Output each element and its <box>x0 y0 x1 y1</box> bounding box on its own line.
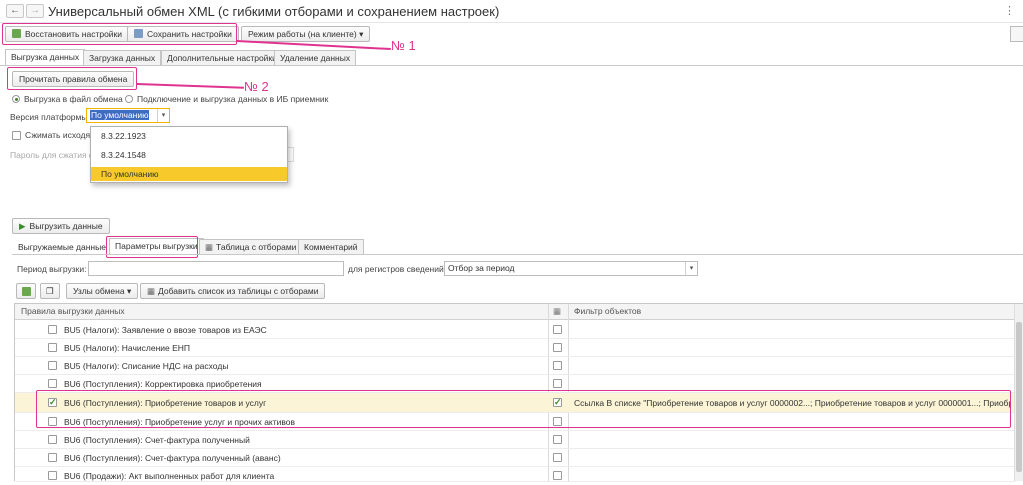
subtabs-divider <box>12 254 1023 255</box>
info-registers-label: для регистров сведений: <box>348 264 447 274</box>
filter-checkbox[interactable] <box>553 471 562 480</box>
chevron-down-icon: ▾ <box>359 29 364 39</box>
filter-checkbox[interactable] <box>553 453 562 462</box>
annotation-line-2 <box>136 83 244 89</box>
platform-version-field[interactable]: По умолчанию ▾ <box>86 108 170 123</box>
tabs-divider <box>0 65 1023 66</box>
filter-checkbox[interactable] <box>553 379 562 388</box>
filter-checkbox[interactable] <box>553 325 562 334</box>
export-period-label: Период выгрузки: <box>17 264 87 274</box>
play-icon: ▶ <box>19 221 26 231</box>
filter-text <box>574 431 1014 449</box>
row-checkbox[interactable] <box>48 379 57 388</box>
subtab-comment[interactable]: Комментарий <box>298 239 364 254</box>
check-all-button[interactable] <box>16 283 36 299</box>
filter-checkbox[interactable] <box>553 435 562 444</box>
column-header-rules[interactable]: Правила выгрузки данных <box>15 304 548 320</box>
annotation-label-2: № 2 <box>244 79 269 94</box>
annotation-box-1 <box>2 23 237 45</box>
rule-name: BU6 (Поступления): Счет-фактура полученн… <box>64 453 281 463</box>
filter-icon: ▦ <box>553 306 562 316</box>
export-period-field[interactable] <box>88 261 344 276</box>
tab-export[interactable]: Выгрузка данных <box>5 49 86 65</box>
back-arrow-icon[interactable]: ← <box>6 4 24 18</box>
export-data-button[interactable]: ▶ Выгрузить данные <box>12 218 110 234</box>
filter-text <box>574 357 1014 375</box>
info-registers-field[interactable]: Отбор за период ▾ <box>444 261 698 276</box>
window-title: Универсальный обмен XML (с гибкими отбор… <box>48 4 500 19</box>
archive-password-label: Пароль для сжатия ф <box>10 150 96 160</box>
filter-checkbox[interactable] <box>553 343 562 352</box>
rule-name: BU6 (Продажи): Акт выполненных работ для… <box>64 471 275 481</box>
table-row[interactable]: BU5 (Налоги): Списание НДС на расходы <box>15 357 1015 375</box>
chevron-down-icon[interactable]: ▾ <box>685 262 697 275</box>
toolbar-more-button[interactable] <box>1010 26 1023 42</box>
column-header-filter[interactable]: Фильтр объектов <box>568 304 1015 320</box>
subtab-filters-table[interactable]: ▦ Таблица с отборами <box>199 239 303 254</box>
forward-arrow-icon[interactable]: → <box>26 4 44 18</box>
row-checkbox[interactable] <box>48 471 57 480</box>
table-icon: ▦ <box>205 242 214 252</box>
rule-name: BU6 (Поступления): Счет-фактура полученн… <box>64 435 250 445</box>
table-scrollbar[interactable] <box>1014 304 1023 481</box>
tab-import[interactable]: Загрузка данных <box>83 50 162 65</box>
exchange-nodes-button[interactable]: Узлы обмена ▾ <box>66 283 139 299</box>
filter-text <box>574 321 1014 339</box>
platform-version-dropdown: 8.3.22.1923 8.3.24.1548 По умолчанию <box>90 126 288 183</box>
table-row[interactable]: BU5 (Налоги): Начисление ЕНП <box>15 339 1015 357</box>
copy-button[interactable]: ❐ <box>40 283 60 299</box>
chevron-down-icon[interactable]: ▾ <box>157 109 169 122</box>
table-row[interactable]: BU5 (Налоги): Заявление о ввозе товаров … <box>15 321 1015 339</box>
rule-name: BU5 (Налоги): Начисление ЕНП <box>64 343 191 353</box>
subtab-exported-data[interactable]: Выгружаемые данные <box>12 239 112 254</box>
compress-label: Сжимать исходя <box>25 130 91 140</box>
filter-text <box>574 339 1014 357</box>
row-checkbox[interactable] <box>48 361 57 370</box>
annotation-box-4 <box>36 390 1011 428</box>
table-row[interactable]: BU6 (Продажи): Акт выполненных работ для… <box>15 467 1015 482</box>
filter-text <box>574 467 1014 485</box>
copy-icon: ❐ <box>46 286 54 296</box>
column-header-filter-flag[interactable]: ▦ <box>548 304 568 320</box>
tab-delete-data[interactable]: Удаление данных <box>274 50 357 65</box>
check-all-icon <box>22 287 31 296</box>
table-row[interactable]: BU6 (Поступления): Счет-фактура полученн… <box>15 431 1015 449</box>
radio-export-to-file-label: Выгрузка в файл обмена <box>24 94 123 104</box>
radio-export-to-db-label: Подключение и выгрузка данных в ИБ прием… <box>137 94 329 104</box>
annotation-label-1: № 1 <box>391 38 416 53</box>
add-list-from-filters-button[interactable]: ▦ Добавить список из таблицы с отборами <box>140 283 326 299</box>
row-checkbox[interactable] <box>48 453 57 462</box>
dropdown-option[interactable]: 8.3.22.1923 <box>91 129 287 143</box>
title-bar: ← → Универсальный обмен XML (с гибкими о… <box>0 0 1023 23</box>
scrollbar-thumb[interactable] <box>1016 322 1022 472</box>
annotation-box-2 <box>7 67 137 90</box>
more-menu-icon[interactable]: ⋮ <box>1004 4 1015 17</box>
work-mode-button[interactable]: Режим работы (на клиенте) ▾ <box>241 26 371 42</box>
table-row[interactable]: BU6 (Поступления): Счет-фактура полученн… <box>15 449 1015 467</box>
filter-checkbox[interactable] <box>553 361 562 370</box>
dropdown-option-selected[interactable]: По умолчанию <box>91 167 287 181</box>
row-checkbox[interactable] <box>48 435 57 444</box>
platform-version-label: Версия платформы: <box>10 112 90 122</box>
row-checkbox[interactable] <box>48 325 57 334</box>
radio-export-to-db[interactable] <box>125 95 133 103</box>
tab-additional-settings[interactable]: Дополнительные настройки <box>161 50 283 65</box>
table-icon: ▦ <box>147 286 156 296</box>
rule-name: BU5 (Налоги): Заявление о ввозе товаров … <box>64 325 267 335</box>
radio-export-to-file[interactable] <box>12 95 20 103</box>
dropdown-option[interactable]: 8.3.24.1548 <box>91 148 287 162</box>
filter-text <box>574 449 1014 467</box>
rule-name: BU5 (Налоги): Списание НДС на расходы <box>64 361 229 371</box>
compress-checkbox[interactable] <box>12 131 21 140</box>
chevron-down-icon: ▾ <box>126 286 132 296</box>
row-checkbox[interactable] <box>48 343 57 352</box>
